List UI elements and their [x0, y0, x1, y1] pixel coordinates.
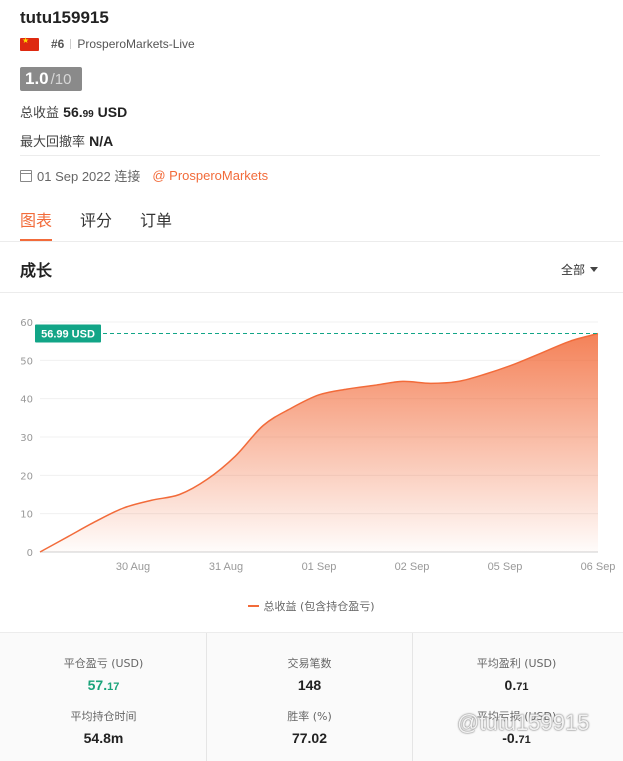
- tab-orders[interactable]: 订单: [140, 207, 172, 240]
- summary-column: 平仓盈亏 (USD) 57.17 平均持仓时间 54.8m: [0, 633, 207, 761]
- y-tick-label: 30: [20, 433, 33, 444]
- x-tick-label: 06 Sep: [581, 561, 616, 573]
- account-name: tutu159915: [20, 8, 109, 27]
- trade-count-label: 交易笔数: [287, 657, 332, 670]
- rank: #6: [51, 37, 65, 51]
- current-value-label: 56.99 USD: [41, 329, 95, 341]
- y-tick-label: 20: [20, 471, 33, 482]
- avg-profit-value: 0.71: [504, 677, 529, 693]
- score-value: 1.0: [25, 69, 49, 88]
- max-drawdown-value: N/A: [89, 133, 114, 149]
- period-filter[interactable]: 全部: [561, 261, 598, 278]
- x-tick-label: 01 Sep: [302, 561, 337, 573]
- y-tick-label: 10: [20, 510, 33, 521]
- avg-profit: 平均盈利 (USD) 0.71: [413, 655, 620, 693]
- divider: [70, 39, 72, 49]
- total-profit: 总收益 56.99 USD: [20, 102, 127, 121]
- tab-bar: 图表 评分 订单: [20, 207, 200, 241]
- y-tick-label: 40: [20, 395, 33, 406]
- calendar-icon: [20, 169, 32, 182]
- max-drawdown-label: 最大回撤率: [20, 135, 86, 150]
- connection-info: 01 Sep 2022 连接 @ ProsperoMarkets: [20, 166, 268, 185]
- series-area: [40, 333, 598, 552]
- avg-hold-value: 54.8m: [83, 730, 124, 746]
- y-tick-label: 0: [27, 548, 33, 559]
- broker-link[interactable]: @ ProsperoMarkets: [152, 168, 268, 183]
- connected-date: 01 Sep 2022 连接: [37, 169, 141, 184]
- trade-count-value: 148: [297, 677, 322, 693]
- win-rate-value: 77.02: [291, 730, 328, 746]
- server-name: ProsperoMarkets-Live: [77, 37, 195, 51]
- win-rate-label: 胜率 (%): [287, 710, 332, 723]
- section-title: 成长: [20, 261, 53, 280]
- summary-panel: 平仓盈亏 (USD) 57.17 平均持仓时间 54.8m 交易笔数 148 胜…: [0, 632, 623, 761]
- max-drawdown: 最大回撤率 N/A: [20, 131, 113, 150]
- total-profit-value: 56.99 USD: [63, 104, 128, 120]
- period-filter-value: 全部: [560, 263, 585, 277]
- y-tick-label: 60: [20, 318, 33, 329]
- watermark: @tutu159915: [457, 710, 590, 735]
- closed-pl: 平仓盈亏 (USD) 57.17: [0, 655, 207, 693]
- divider: [20, 155, 600, 156]
- avg-hold-label: 平均持仓时间: [70, 710, 137, 723]
- legend-label: 总收益 (包含持仓盈亏): [263, 600, 375, 613]
- legend-swatch: [248, 605, 260, 607]
- x-tick-label: 31 Aug: [209, 561, 243, 573]
- x-tick-label: 02 Sep: [395, 561, 430, 573]
- rank-row: #6 ProsperoMarkets-Live: [20, 36, 195, 51]
- chart-legend: 总收益 (包含持仓盈亏): [0, 598, 623, 614]
- avg-profit-label: 平均盈利 (USD): [476, 657, 557, 670]
- closed-pl-label: 平仓盈亏 (USD): [63, 657, 144, 670]
- x-tick-label: 30 Aug: [116, 561, 150, 573]
- caret-down-icon: [590, 267, 598, 272]
- win-rate: 胜率 (%) 77.02: [207, 708, 412, 746]
- divider: [0, 292, 623, 293]
- trade-count: 交易笔数 148: [207, 655, 412, 693]
- y-tick-label: 50: [20, 356, 33, 367]
- score-max: /10: [50, 71, 72, 88]
- avg-hold-time: 平均持仓时间 54.8m: [0, 708, 207, 746]
- tab-chart[interactable]: 图表: [20, 207, 53, 241]
- total-profit-label: 总收益: [20, 106, 60, 121]
- closed-pl-value: 57.17: [87, 677, 120, 693]
- tab-rating[interactable]: 评分: [80, 207, 112, 240]
- tab-divider: [0, 241, 623, 242]
- x-tick-label: 05 Sep: [488, 561, 523, 573]
- china-flag-icon: [20, 36, 39, 51]
- growth-chart: 0 10 20 30 40 50 60 30 Aug 31 Aug 01 Sep 02 Sep 05 …: [20, 318, 616, 573]
- summary-column: 交易笔数 148 胜率 (%) 77.02: [206, 633, 413, 761]
- summary-column: 平均盈利 (USD) 0.71 平均亏损 (USD) -0.71: [413, 633, 620, 761]
- score-badge: 1.0 /10: [20, 67, 82, 91]
